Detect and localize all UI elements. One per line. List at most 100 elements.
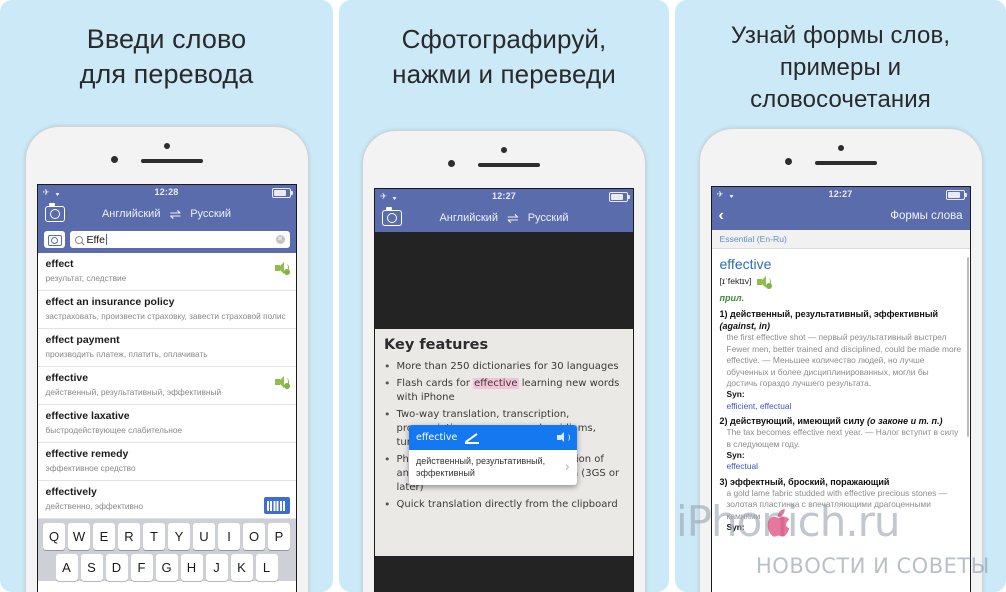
iphone-mockup-2: ✈ 12:27 Английский ⇌ Русский Key feature… xyxy=(362,130,646,592)
speaker-icon[interactable] xyxy=(274,376,290,389)
back-icon[interactable]: ‹ xyxy=(719,208,724,224)
table-row[interactable]: effectively действенно, эффективно xyxy=(37,481,296,519)
key-f[interactable]: F xyxy=(130,554,153,581)
earpiece-speaker-icon xyxy=(140,159,203,163)
bullet-icon: • xyxy=(384,360,391,373)
key-p[interactable]: P xyxy=(268,523,290,550)
part-of-speech: прил. xyxy=(719,293,745,303)
sense-gloss: 1) действенный, результативный, эффектив… xyxy=(719,309,939,332)
key-r[interactable]: R xyxy=(118,523,140,550)
iphone-mockup-1: ✈ 12:28 Английский ⇌ Русский Effe ✕ effe… xyxy=(24,126,309,592)
phone-top-bezel xyxy=(26,127,308,184)
table-row[interactable]: effect an insurance policy застраховать, … xyxy=(37,291,296,329)
list-item: • Quick translation directly from the cli… xyxy=(384,498,624,512)
key-q[interactable]: Q xyxy=(43,523,65,550)
speaker-icon[interactable] xyxy=(757,276,773,289)
swap-languages-icon[interactable]: ⇌ xyxy=(169,207,181,221)
key-a[interactable]: A xyxy=(55,554,78,581)
table-row[interactable]: effective действенный, результативный, эф… xyxy=(37,367,296,405)
key-t[interactable]: T xyxy=(143,523,165,550)
keyboard-toggle-button[interactable] xyxy=(263,497,290,514)
chevron-right-icon[interactable]: › xyxy=(560,460,570,475)
usage-example: The tax becomes effective next year. — Н… xyxy=(726,427,959,449)
camera-icon[interactable] xyxy=(44,203,65,222)
page-title: Формы слова xyxy=(890,210,963,222)
onscreen-keyboard[interactable]: QWERTYUIOP ASDFGHJKL xyxy=(37,519,296,581)
earpiece-speaker-icon xyxy=(478,163,540,167)
table-row[interactable]: effective remedy эффективное средство xyxy=(37,443,296,481)
list-item: • Flash cards for effective learning new … xyxy=(384,377,624,405)
key-k[interactable]: K xyxy=(230,554,253,581)
bubble-body[interactable]: действенный, результативный, эффективный… xyxy=(409,450,577,485)
table-row[interactable]: effect результат, следствие xyxy=(37,253,296,291)
headword: effective xyxy=(719,256,772,272)
search-input[interactable]: Effe ✕ xyxy=(69,231,290,248)
panel3-headline-line3: словосочетания xyxy=(750,86,931,113)
status-bar-1: ✈ 12:28 xyxy=(37,185,296,200)
bullet-icon: • xyxy=(384,453,391,466)
language-selector: Английский ⇌ Русский xyxy=(375,211,633,225)
table-row[interactable]: effective laxative быстродействующее слаб… xyxy=(37,405,296,443)
nav-bar-3: ‹ Формы слова xyxy=(711,202,970,230)
search-results-list[interactable]: effect результат, следствие effect an insu… xyxy=(37,253,296,519)
result-translation: застраховать, произвести страховку, заве… xyxy=(45,311,286,321)
earpiece-speaker-icon xyxy=(814,161,877,165)
target-language[interactable]: Русский xyxy=(190,208,231,220)
promo-panel-1: Введи слово для перевода ✈ 12:28 Английс… xyxy=(0,0,333,592)
phone-screen-3: ✈ 12:27 ‹ Формы слова Essential (En-Ru) … xyxy=(710,186,971,592)
key-y[interactable]: Y xyxy=(168,523,190,550)
usage-example: Fewer men, better trained and discipline… xyxy=(726,343,962,389)
camera-viewfinder-dark xyxy=(375,232,633,329)
usage-example: a gold lame fabric studded with effectiv… xyxy=(726,487,948,521)
clear-icon[interactable]: ✕ xyxy=(275,235,285,244)
dictionary-name[interactable]: Essential (En-Ru) xyxy=(711,230,970,249)
translation-bubble[interactable]: effective действенный, результативный, э… xyxy=(409,425,577,485)
key-e[interactable]: E xyxy=(93,523,115,550)
photographed-page[interactable]: Key features • More than 250 dictionaries… xyxy=(375,329,633,556)
key-l[interactable]: L xyxy=(255,554,278,581)
phone-top-bezel xyxy=(363,131,645,188)
dictionary-article[interactable]: effective [ɪˈfektɪv] прил. 1) действенны… xyxy=(711,249,970,534)
result-translation: результат, следствие xyxy=(45,273,127,283)
pencil-icon[interactable] xyxy=(464,431,481,444)
target-language[interactable]: Русский xyxy=(528,212,569,224)
key-i[interactable]: I xyxy=(218,523,240,550)
nav-bar-2: Английский ⇌ Русский xyxy=(375,204,633,232)
sense-gloss: 2) действующий, имеющий силу (о законе и… xyxy=(719,416,943,427)
result-translation: быстродействующее слабительное xyxy=(45,425,183,435)
bubble-word: effective xyxy=(416,432,458,443)
table-row[interactable]: effect payment производить платеж, платит… xyxy=(37,329,296,367)
source-language[interactable]: Английский xyxy=(439,212,498,224)
key-u[interactable]: U xyxy=(193,523,215,550)
front-camera-icon xyxy=(837,145,844,151)
key-w[interactable]: W xyxy=(68,523,90,550)
camera-translate-button[interactable] xyxy=(43,231,65,248)
panel2-headline-line1: Сфотографируй, xyxy=(401,24,607,54)
result-translation: действенно, эффективно xyxy=(45,501,144,511)
key-o[interactable]: O xyxy=(243,523,265,550)
speaker-icon[interactable] xyxy=(274,262,290,275)
scrollbar[interactable] xyxy=(966,257,969,437)
speaker-icon[interactable] xyxy=(557,432,570,443)
search-icon xyxy=(74,235,83,244)
key-g[interactable]: G xyxy=(155,554,178,581)
swap-languages-icon[interactable]: ⇌ xyxy=(507,211,519,225)
result-word: effectively xyxy=(45,486,97,498)
bullet-icon: • xyxy=(384,408,391,421)
key-j[interactable]: J xyxy=(205,554,228,581)
result-word: effect xyxy=(45,258,74,270)
key-d[interactable]: D xyxy=(105,554,128,581)
result-word: effect payment xyxy=(45,334,120,346)
key-h[interactable]: H xyxy=(180,554,203,581)
camera-icon[interactable] xyxy=(382,207,402,226)
synonyms-value[interactable]: efficient, effectual xyxy=(720,401,962,412)
result-word: effective xyxy=(45,372,89,384)
bullet-icon: • xyxy=(384,377,391,390)
source-language[interactable]: Английский xyxy=(102,208,161,220)
synonyms-value[interactable]: effectual xyxy=(720,461,962,472)
list-item: • More than 250 dictionaries for 30 langu… xyxy=(384,360,624,374)
bullet-icon: • xyxy=(384,498,391,511)
highlighted-word[interactable]: effective xyxy=(473,378,519,389)
phone-screen-2: ✈ 12:27 Английский ⇌ Русский Key feature… xyxy=(374,188,634,592)
key-s[interactable]: S xyxy=(80,554,103,581)
